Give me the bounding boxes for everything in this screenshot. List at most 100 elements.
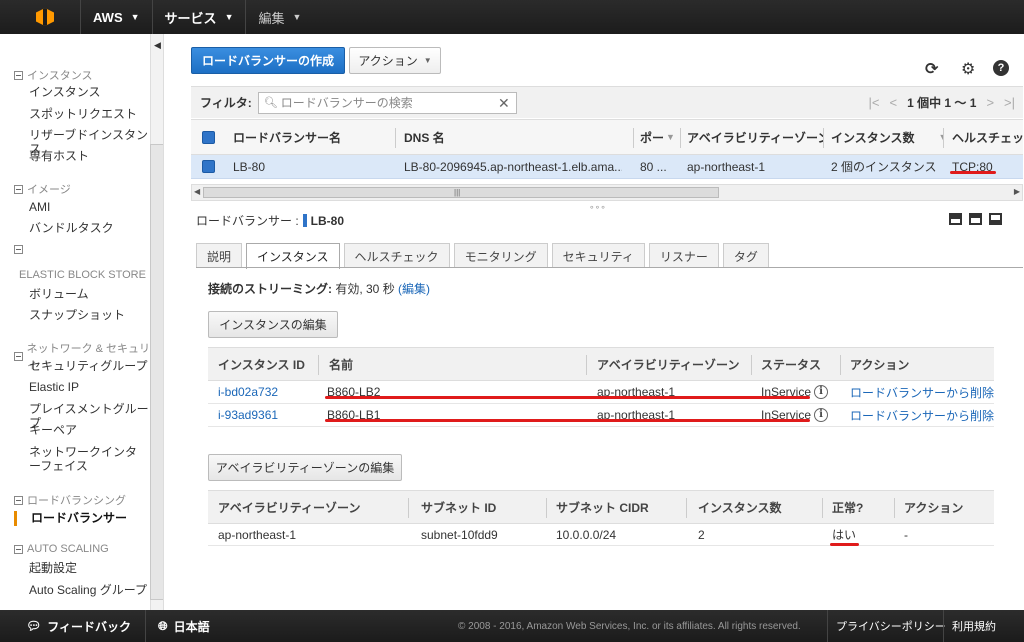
edit-instances-button[interactable]: インスタンスの編集 xyxy=(208,311,338,338)
column-instances-label: インスタンス数 xyxy=(831,130,915,145)
sidebar-section-label: ロードバランシング xyxy=(27,495,126,507)
tab-instances[interactable]: インスタンス xyxy=(246,243,340,269)
info-icon[interactable]: i xyxy=(814,385,829,399)
column-divider xyxy=(633,128,634,148)
column-divider xyxy=(823,128,824,148)
aws-cube-logo-icon[interactable] xyxy=(32,6,60,28)
tab-description[interactable]: 説明 xyxy=(196,243,243,268)
sidebar-item-elastic-ip[interactable]: Elastic IP xyxy=(29,380,149,394)
red-underline-annotation xyxy=(325,419,810,422)
search-input[interactable]: 🔍︎ ロードバランサーの検索 ✕ xyxy=(257,91,517,114)
sidebar-item-ami[interactable]: AMI xyxy=(29,200,149,214)
sidebar-item-auto-scaling-groups[interactable]: Auto Scaling グループ xyxy=(29,583,149,597)
feedback-button[interactable]: 💬︎ フィードバック xyxy=(0,610,146,642)
edit-menu[interactable]: 編集 ▼ xyxy=(245,0,313,34)
tab-health-check[interactable]: ヘルスチェック xyxy=(343,243,450,268)
sidebar-item-bundle-tasks[interactable]: バンドルタスク xyxy=(29,221,149,235)
remove-from-lb-link[interactable]: ロードバランサーから削除 xyxy=(850,404,994,426)
sidebar-section-images[interactable]: イメージ xyxy=(14,181,71,197)
tab-divider xyxy=(196,267,1023,268)
load-balancer-grid: ロードバランサー名▼ DNS 名▲ ポー▼ アベイラビリティーゾーン▼ インスタ… xyxy=(191,119,1023,179)
cell-dns: LB-80-2096945.ap-northeast-1.elb.ama... xyxy=(404,159,622,174)
sidebar-item-instances[interactable]: インスタンス xyxy=(29,85,149,99)
edit-availability-zones-button[interactable]: アベイラビリティーゾーンの編集 xyxy=(208,454,402,481)
last-page-icon[interactable]: >| xyxy=(1004,95,1015,110)
sidebar-section-auto-scaling[interactable]: AUTO SCALING xyxy=(14,543,109,555)
scroll-right-icon[interactable]: ▶ xyxy=(1014,187,1020,196)
sidebar-item-key-pairs[interactable]: キーペア xyxy=(29,423,149,437)
sidebar-item-launch-configurations[interactable]: 起動設定 xyxy=(29,561,149,575)
sidebar-item-network-interfaces[interactable]: ネットワークインターフェイス xyxy=(29,445,149,473)
tab-monitoring[interactable]: モニタリング xyxy=(453,243,548,268)
sidebar-scrollbar[interactable] xyxy=(150,144,163,600)
column-instance-count: インスタンス数 xyxy=(698,500,782,515)
refresh-icon[interactable]: ⟳ xyxy=(925,59,938,79)
table-row[interactable]: LB-80 LB-80-2096945.ap-northeast-1.elb.a… xyxy=(191,155,1023,179)
sidebar-item-dedicated-hosts[interactable]: 専有ホスト xyxy=(29,149,149,163)
sidebar-section-ebs-toggle[interactable] xyxy=(14,245,27,254)
actions-dropdown[interactable]: アクション ▼ xyxy=(349,47,441,74)
layout-bottom-icon[interactable] xyxy=(949,213,962,225)
resize-handle[interactable]: ∘∘∘ xyxy=(589,202,606,213)
footer: 💬︎ フィードバック 🌐︎ 日本語 © 2008 - 2016, Amazon We… xyxy=(0,610,1024,642)
remove-from-lb-link[interactable]: ロードバランサーから削除 xyxy=(850,381,994,403)
tab-security[interactable]: セキュリティ xyxy=(551,243,645,268)
streaming-label: 接続のストリーミング: xyxy=(208,282,332,296)
column-dns[interactable]: DNS 名 ▲ xyxy=(404,120,632,154)
copyright-text: © 2008 - 2016, Amazon Web Services, Inc.… xyxy=(458,620,801,632)
column-port[interactable]: ポー ▼ xyxy=(640,120,680,154)
sidebar-section-load-balancing[interactable]: ロードバランシング xyxy=(14,492,126,508)
column-instances[interactable]: インスタンス数 ▼ xyxy=(831,120,943,154)
detail-pane-title: ロードバランサー : LB-80 xyxy=(196,212,344,229)
column-divider xyxy=(840,355,841,375)
info-icon[interactable]: i xyxy=(814,408,829,422)
tab-listeners[interactable]: リスナー xyxy=(648,243,719,268)
tab-tags[interactable]: タグ xyxy=(722,243,769,268)
first-page-icon[interactable]: |< xyxy=(869,95,880,110)
subnet-cidr: 10.0.0.0/24 xyxy=(556,527,617,542)
language-selector[interactable]: 🌐︎ 日本語 xyxy=(146,610,222,642)
az-table-header: アベイラビリティーゾーン サブネット ID サブネット CIDR インスタンス数… xyxy=(208,490,994,524)
sidebar-item-volumes[interactable]: ボリューム xyxy=(29,287,149,301)
column-healthy: 正常? xyxy=(832,500,864,515)
terms-of-use-link[interactable]: 利用規約 xyxy=(943,610,1004,642)
streaming-edit-link[interactable]: (編集) xyxy=(398,282,430,296)
scroll-left-icon[interactable]: ◀ xyxy=(194,187,200,196)
help-icon[interactable]: ? xyxy=(993,60,1009,76)
privacy-policy-link[interactable]: プライバシーポリシー xyxy=(827,610,954,642)
layout-split-icon[interactable] xyxy=(969,213,982,225)
create-load-balancer-button[interactable]: ロードバランサーの作成 xyxy=(191,47,345,74)
cell-health: TCP:80 xyxy=(952,159,993,174)
row-checkbox[interactable] xyxy=(202,155,215,178)
column-divider xyxy=(751,355,752,375)
chevron-down-icon: ▼ xyxy=(423,56,432,65)
services-menu[interactable]: サービス ▼ xyxy=(151,0,246,34)
sidebar-section-instances[interactable]: インスタンス xyxy=(14,67,93,83)
sidebar-item-snapshots[interactable]: スナップショット xyxy=(29,308,149,322)
scrollbar-thumb[interactable]: ||| xyxy=(203,187,719,198)
select-all-checkbox[interactable] xyxy=(202,120,215,154)
aws-menu[interactable]: AWS ▼ xyxy=(80,0,152,34)
sidebar-item-load-balancers[interactable]: ロードバランサー xyxy=(31,511,151,525)
next-page-icon[interactable]: > xyxy=(986,95,994,110)
horizontal-scrollbar[interactable]: ◀ ||| ▶ xyxy=(191,184,1023,201)
instance-id-link[interactable]: i-93ad9361 xyxy=(218,404,278,426)
prev-page-icon[interactable]: < xyxy=(889,95,897,110)
sidebar-item-security-groups[interactable]: セキュリティグループ xyxy=(29,359,149,373)
column-az[interactable]: アベイラビリティーゾーン▼ xyxy=(687,120,823,154)
detail-label: ロードバランサー : xyxy=(196,214,299,228)
globe-icon: 🌐︎ xyxy=(158,618,168,633)
column-name[interactable]: ロードバランサー名▼ xyxy=(233,120,393,154)
chevron-left-icon: ◀ xyxy=(154,40,161,50)
gear-icon[interactable]: ⚙ xyxy=(961,59,975,79)
clear-search-icon[interactable]: ✕ xyxy=(498,95,510,112)
actions-label: アクション xyxy=(358,54,418,68)
sidebar-item-spot-requests[interactable]: スポットリクエスト xyxy=(29,107,149,121)
layout-top-icon[interactable] xyxy=(989,213,1002,225)
column-health[interactable]: ヘルスチェッ xyxy=(952,120,1023,154)
page-range: 1 個中 1 〜 1 xyxy=(907,96,977,110)
column-status: ステータス xyxy=(761,357,822,372)
instance-id-link[interactable]: i-bd02a732 xyxy=(218,381,278,403)
column-dns-label: DNS 名 xyxy=(404,130,445,145)
column-divider xyxy=(894,498,895,518)
